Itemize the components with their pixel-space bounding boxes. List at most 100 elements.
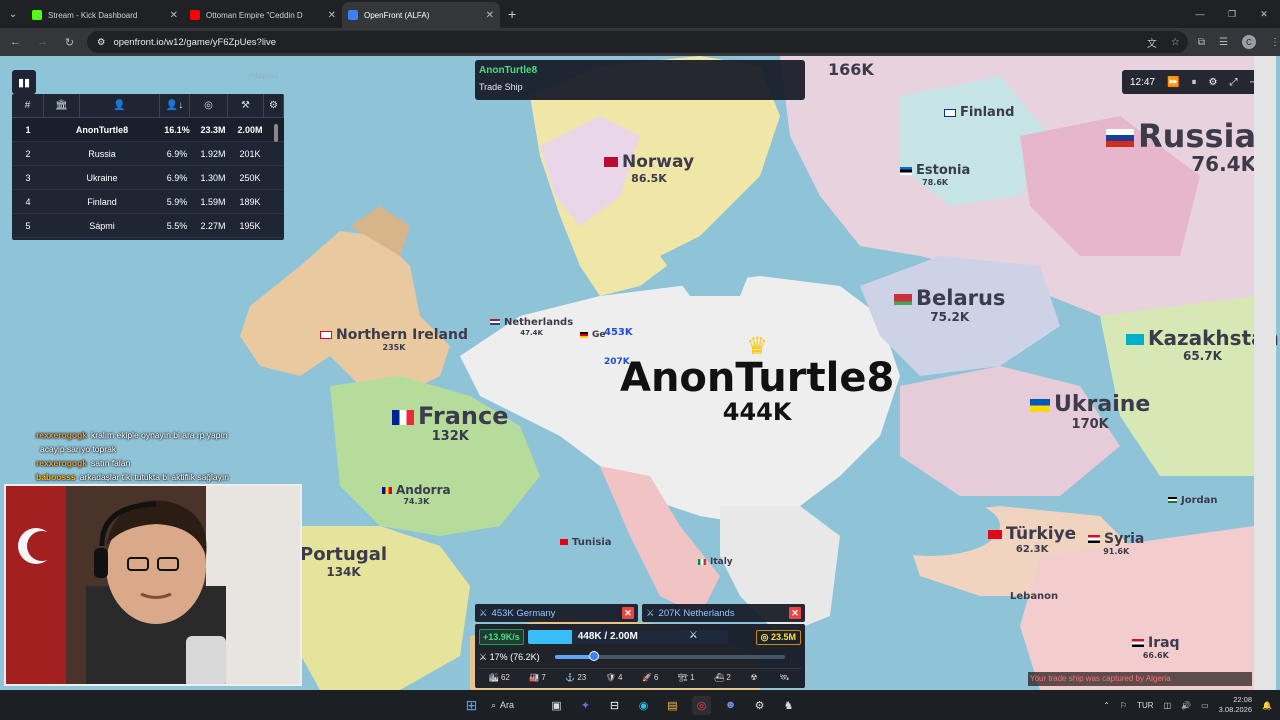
territory-share: 5.5% [166,220,188,231]
browser-tab[interactable]: OpenFront (ALFA) ✕ [342,2,500,28]
label-france: France 132K [392,404,508,443]
back-button[interactable]: ← [4,30,27,54]
troops: 195K [239,220,261,231]
turkiye-flag-icon [988,529,1002,539]
notifications-icon[interactable]: 🔔 [1262,701,1272,710]
tunisia-flag-icon [560,539,568,545]
store-icon[interactable]: ⊟ [605,696,624,715]
outgoing-attack[interactable]: ⚔ 453K Germany ✕ [475,604,638,622]
leaderboard-header-cell[interactable]: ⚒ [228,94,264,118]
attack-ratio: ⚔ 17% (76.2K) [479,651,540,662]
fullscreen-icon[interactable]: ⤢ [1229,77,1237,88]
profile-avatar[interactable]: C [1242,35,1256,49]
jordan-flag-icon [1168,497,1177,503]
building-count[interactable]: 🛡 4 [606,673,623,682]
browser-tab[interactable]: Stream - Kick Dashboard ✕ [26,2,184,28]
chat-text: acayip sarıyo toprak [40,444,117,454]
network-icon[interactable]: ◫ [1164,701,1172,710]
netherlands-flag-icon [490,319,500,325]
fast-forward-icon[interactable]: ⏩ [1167,77,1179,88]
troops: 250K [239,172,261,183]
chat-username: baboosss [36,472,76,482]
app-icon[interactable]: ⚙ [750,696,769,715]
tray-overflow-icon[interactable]: ⌃ [1103,701,1110,710]
tab-groups-icon[interactable]: ☰ [1219,37,1228,48]
input-language[interactable]: TUR [1137,701,1153,710]
tab-close-icon[interactable]: ✕ [170,10,178,21]
leaderboard-header-cell[interactable]: 🏛 [44,94,80,118]
extensions-icon[interactable]: ⧉ [1198,37,1205,48]
leaderboard-row[interactable]: 1 AnonTurtle8 16.1% 23.3M 2.00M [12,118,284,142]
building-count[interactable]: 🏭 7 [529,673,545,682]
building-count[interactable]: 🛰 [779,673,791,682]
minimize-button[interactable]: — [1184,0,1216,28]
building-count[interactable]: ⚓ 23 [565,673,586,682]
territory-share: 16.1% [164,124,190,135]
leaderboard-row[interactable]: 5 Sápmi 5.5% 2.27M 195K [12,214,284,238]
tab-close-icon[interactable]: ✕ [328,10,336,21]
tab-title: Ottoman Empire "Ceddin D [206,10,303,20]
tray-app-icon[interactable]: ⚐ [1120,701,1127,710]
browser-tab[interactable]: Ottoman Empire "Ceddin D ✕ [184,2,342,28]
chrome-icon[interactable]: ◎ [692,695,711,715]
system-clock[interactable]: 22:08 3.08.2026 [1219,695,1252,715]
windows-start-icon[interactable]: ⊞ [462,696,481,715]
new-tab-button[interactable]: + [508,6,516,22]
event-notification[interactable]: AnonTurtle8 Trade Ship [475,60,805,100]
page-scrollbar[interactable] [1254,56,1276,690]
attack-ratio-slider[interactable] [555,651,785,661]
slider-knob[interactable] [589,651,600,661]
translate-icon[interactable]: 文 [1147,35,1157,50]
task-view-icon[interactable]: ▣ [547,696,566,715]
forward-button[interactable]: → [31,30,54,54]
building-count[interactable]: ☢ [750,673,759,682]
settings-gear-icon[interactable]: ⚙ [1208,77,1217,88]
leaderboard-scrollbar[interactable] [274,124,278,142]
outgoing-attack[interactable]: ⚔ 207K Netherlands ✕ [642,604,805,622]
streaming-app-icon[interactable]: ♞ [779,696,798,715]
tab-search-button[interactable]: ⌄ [0,0,26,28]
stream-chat-overlay: rexxerogogk kralım ekiple oynayın bi ara … [0,428,300,484]
leaderboard-toggle-icon[interactable]: ▮▮ [12,70,36,94]
leaderboard-header-cell[interactable]: ⚙ [264,94,284,118]
taskbar-search[interactable]: ⌕ Ara [491,700,537,711]
copilot-icon[interactable]: ✦ [576,696,595,715]
germany-flag-icon [580,331,588,338]
file-explorer-icon[interactable]: ▤ [663,696,682,715]
leaderboard-header-cell[interactable]: 👤↓ [160,94,190,118]
screen: ⌄ Stream - Kick Dashboard ✕ Ottoman Empire… [0,0,1280,720]
close-window-button[interactable]: ✕ [1248,0,1280,28]
discord-icon[interactable]: ☻ [721,696,740,715]
territory-share: 5.9% [166,196,188,207]
territory-share: 6.9% [166,148,188,159]
pause-icon[interactable]: ⏸ [1191,77,1196,88]
cancel-attack-button[interactable]: ✕ [789,607,801,619]
reload-button[interactable]: ↻ [58,30,81,54]
building-count[interactable]: 🏙 62 [489,673,510,682]
site-info-icon[interactable]: ⚙ [97,37,106,48]
tab-favicon-icon [190,10,200,20]
label-belarus: Belarus 75.2K [894,288,1005,323]
troops-icon: ⚔ [688,630,698,641]
cancel-attack-button[interactable]: ✕ [622,607,634,619]
building-count[interactable]: 🚀 6 [642,673,658,682]
leaderboard-row[interactable]: 3 Ukraine 6.9% 1.30M 250K [12,166,284,190]
event-toast: Your trade ship was captured by Algeria [1028,672,1252,686]
address-bar[interactable]: ⚙ openfront.io/w12/game/yF6ZpUes?live 文 … [86,31,1188,53]
leaderboard-row[interactable]: 2 Russia 6.9% 1.92M 201K [12,142,284,166]
building-count[interactable]: 🏗 1 [678,673,695,682]
leaderboard-row[interactable]: 4 Finland 5.9% 1.59M 189K [12,190,284,214]
edge-icon[interactable]: ◉ [634,696,653,715]
browser-menu-icon[interactable]: ⋮ [1270,37,1280,48]
bookmark-star-icon[interactable]: ☆ [1171,37,1180,48]
battery-icon[interactable]: ▭ [1201,701,1209,710]
gold: 2.27M [200,220,226,231]
leaderboard-header-cell[interactable]: ◎ [190,94,228,118]
leaderboard-header-cell[interactable]: # [12,94,44,118]
label-iraq: Iraq 66.6K [1132,636,1180,660]
tab-close-icon[interactable]: ✕ [486,10,494,21]
maximize-button[interactable]: ❐ [1216,0,1248,28]
volume-icon[interactable]: 🔊 [1181,701,1191,710]
leaderboard-header-cell[interactable]: 👤 [80,94,160,118]
building-count[interactable]: ⛴ 2 [714,673,731,682]
